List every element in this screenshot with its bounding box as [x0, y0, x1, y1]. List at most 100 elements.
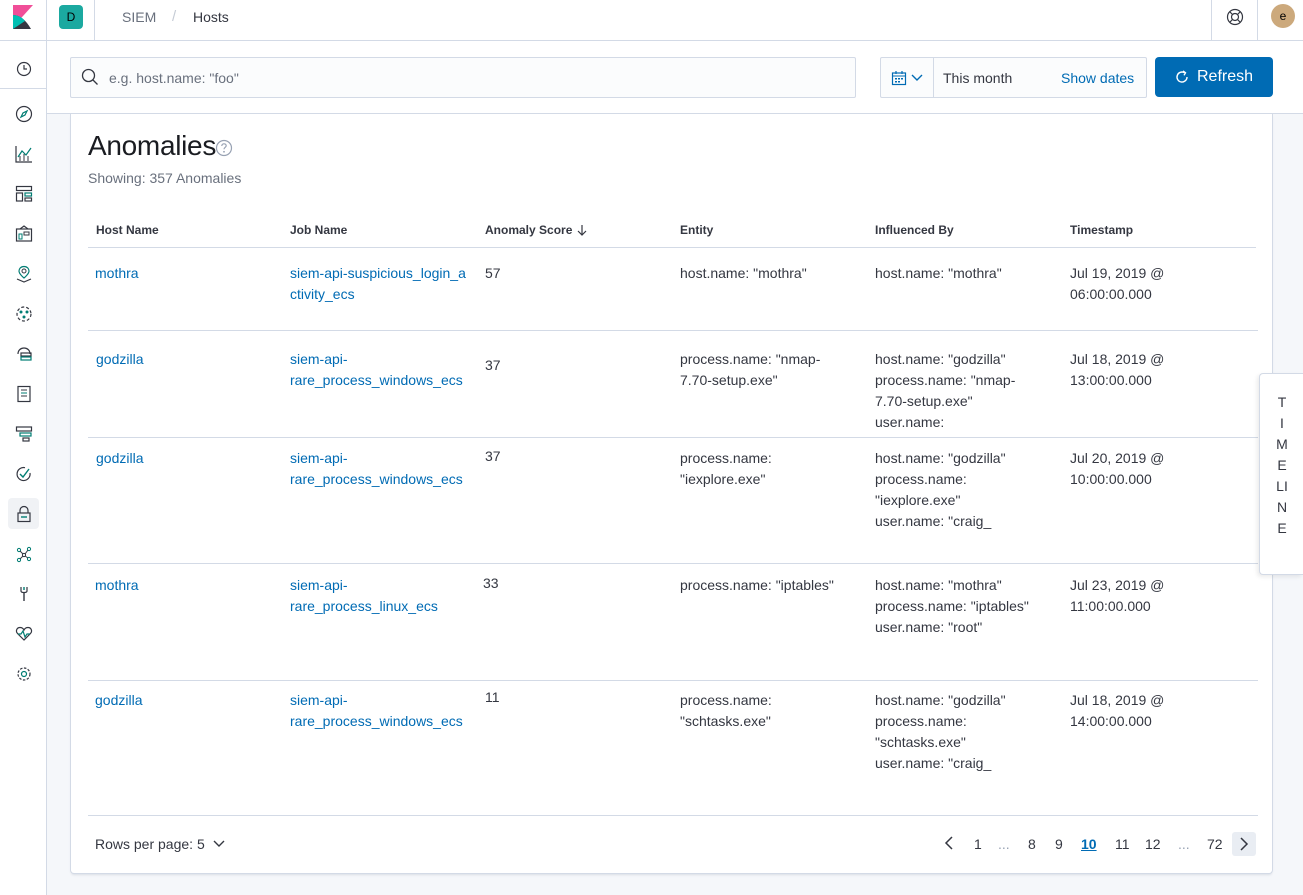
- nav-management[interactable]: [8, 658, 39, 689]
- job-name-link[interactable]: siem-api-rare_process_linux_ecs: [290, 575, 475, 617]
- top-header: D SIEM / Hosts e: [0, 0, 1303, 41]
- column-anomaly-score[interactable]: Anomaly Score: [485, 223, 587, 237]
- wrench-icon: [19, 586, 28, 601]
- map-pin-icon: [16, 265, 31, 283]
- nav-siem[interactable]: [8, 498, 39, 529]
- canvas-icon: [15, 224, 32, 242]
- timeline-label: TIMELINE: [1276, 394, 1288, 536]
- table-row: godzilla siem-api-rare_process_windows_e…: [88, 438, 1258, 564]
- nav-dashboard[interactable]: [8, 178, 39, 209]
- job-name-link[interactable]: siem-api-rare_process_windows_ecs: [290, 349, 475, 391]
- anomaly-score: 37: [485, 448, 501, 464]
- nav-apm[interactable]: [8, 418, 39, 449]
- breadcrumb-hosts: Hosts: [193, 9, 229, 25]
- search-field[interactable]: [70, 57, 856, 98]
- nav-logs[interactable]: [8, 378, 39, 409]
- anomaly-score: 33: [483, 575, 499, 591]
- host-name-link[interactable]: godzilla: [96, 448, 276, 469]
- heartbeat-icon: [15, 626, 32, 641]
- page-72-button[interactable]: 72: [1207, 836, 1223, 852]
- table-row: mothra siem-api-suspicious_login_activit…: [88, 248, 1258, 331]
- column-timestamp[interactable]: Timestamp: [1070, 223, 1133, 237]
- host-name-link[interactable]: mothra: [95, 575, 275, 596]
- nav-machine-learning[interactable]: [8, 298, 39, 329]
- timestamp-value: Jul 19, 2019 @ 06:00:00.000: [1070, 265, 1165, 302]
- nav-maps[interactable]: [8, 258, 39, 289]
- rows-per-page-label: Rows per page: 5: [95, 836, 205, 852]
- page-ellipsis: ...: [998, 836, 1010, 852]
- page-ellipsis: ...: [1178, 836, 1190, 852]
- refresh-button[interactable]: Refresh: [1155, 57, 1273, 97]
- entity-value[interactable]: host.name: "mothra": [680, 263, 860, 284]
- page-9-button[interactable]: 9: [1055, 836, 1063, 852]
- uptime-icon: [16, 466, 31, 481]
- breadcrumb-siem[interactable]: SIEM: [122, 9, 156, 25]
- influenced-by-value[interactable]: host.name: "mothra" process.name: "iptab…: [875, 575, 1045, 638]
- entity-value[interactable]: process.name: "iptables": [680, 575, 860, 596]
- graph-icon: [16, 546, 31, 562]
- nav-canvas[interactable]: [8, 218, 39, 249]
- entity-value[interactable]: process.name: "iexplore.exe": [680, 448, 790, 490]
- column-influenced-by[interactable]: Influenced By: [875, 223, 954, 237]
- nav-infrastructure[interactable]: [8, 338, 39, 369]
- nav-graph[interactable]: [8, 538, 39, 569]
- page-8-button[interactable]: 8: [1028, 836, 1036, 852]
- help-menu-button[interactable]: [1211, 0, 1257, 40]
- job-name-link[interactable]: siem-api-rare_process_windows_ecs: [290, 448, 475, 490]
- influenced-by-value[interactable]: host.name: "godzilla" process.name: "nma…: [875, 349, 1040, 433]
- search-input[interactable]: [109, 58, 849, 97]
- influenced-by-value[interactable]: host.name: "godzilla" process.name: "iex…: [875, 448, 1025, 532]
- entity-value[interactable]: process.name: "nmap-7.70-setup.exe": [680, 349, 840, 391]
- page-10-button[interactable]: 10: [1081, 836, 1097, 852]
- nav-monitoring[interactable]: [8, 618, 39, 649]
- lock-icon: [16, 505, 31, 522]
- column-job-name[interactable]: Job Name: [290, 223, 347, 237]
- apm-icon: [15, 425, 32, 442]
- user-menu-button[interactable]: e: [1257, 0, 1303, 40]
- sort-arrow-down-icon: [577, 225, 587, 236]
- nav-discover[interactable]: [8, 98, 39, 129]
- infrastructure-icon: [16, 346, 32, 361]
- page-11-button[interactable]: 11: [1115, 836, 1130, 852]
- job-name-link[interactable]: siem-api-rare_process_windows_ecs: [290, 690, 475, 732]
- timeline-flyout-button[interactable]: TIMELINE: [1259, 373, 1303, 575]
- search-icon: [81, 68, 98, 85]
- page-12-button[interactable]: 12: [1145, 836, 1161, 852]
- job-name-link[interactable]: siem-api-suspicious_login_activity_ecs: [290, 263, 468, 305]
- refresh-button-label: Refresh: [1196, 68, 1254, 85]
- nav-visualize[interactable]: [8, 138, 39, 169]
- influenced-by-value[interactable]: host.name: "godzilla" process.name: "sch…: [875, 690, 1025, 774]
- column-entity[interactable]: Entity: [680, 223, 713, 237]
- chevron-left-icon[interactable]: [944, 836, 954, 850]
- kibana-logo-button[interactable]: [0, 0, 47, 40]
- nav-recently-viewed[interactable]: [8, 53, 39, 84]
- question-icon[interactable]: [215, 139, 233, 157]
- show-dates-button[interactable]: Show dates: [1061, 70, 1134, 86]
- column-host-name[interactable]: Host Name: [96, 223, 159, 237]
- machine-learning-icon: [15, 305, 32, 322]
- calendar-icon: [891, 70, 907, 85]
- table-row: mothra siem-api-rare_process_linux_ecs 3…: [88, 564, 1258, 681]
- date-picker: This month Show dates: [880, 57, 1147, 98]
- space-selector[interactable]: D: [47, 0, 95, 40]
- quick-select-button[interactable]: [881, 58, 934, 97]
- host-name-link[interactable]: godzilla: [96, 349, 276, 370]
- chevron-right-icon: [1240, 837, 1249, 851]
- entity-value[interactable]: process.name: "schtasks.exe": [680, 690, 790, 732]
- next-page-button[interactable]: [1232, 832, 1256, 856]
- host-name-link[interactable]: mothra: [95, 263, 275, 284]
- gear-icon: [16, 666, 31, 681]
- page-1-button[interactable]: 1: [974, 836, 982, 852]
- dashboard-icon: [15, 185, 32, 202]
- query-bar: This month Show dates Refresh: [47, 41, 1303, 114]
- nav-uptime[interactable]: [8, 458, 39, 489]
- rows-per-page-button[interactable]: Rows per page: 5: [95, 836, 225, 852]
- timestamp-value: Jul 23, 2019 @ 11:00:00.000: [1070, 577, 1165, 614]
- kibana-logo-icon: [13, 5, 33, 29]
- table-header: Host Name Job Name Anomaly Score Entity …: [88, 214, 1256, 248]
- influenced-by-value[interactable]: host.name: "mothra": [875, 263, 1055, 284]
- anomaly-score: 11: [485, 689, 500, 705]
- refresh-icon: [1176, 70, 1188, 83]
- host-name-link[interactable]: godzilla: [95, 690, 275, 711]
- nav-dev-tools[interactable]: [8, 578, 39, 609]
